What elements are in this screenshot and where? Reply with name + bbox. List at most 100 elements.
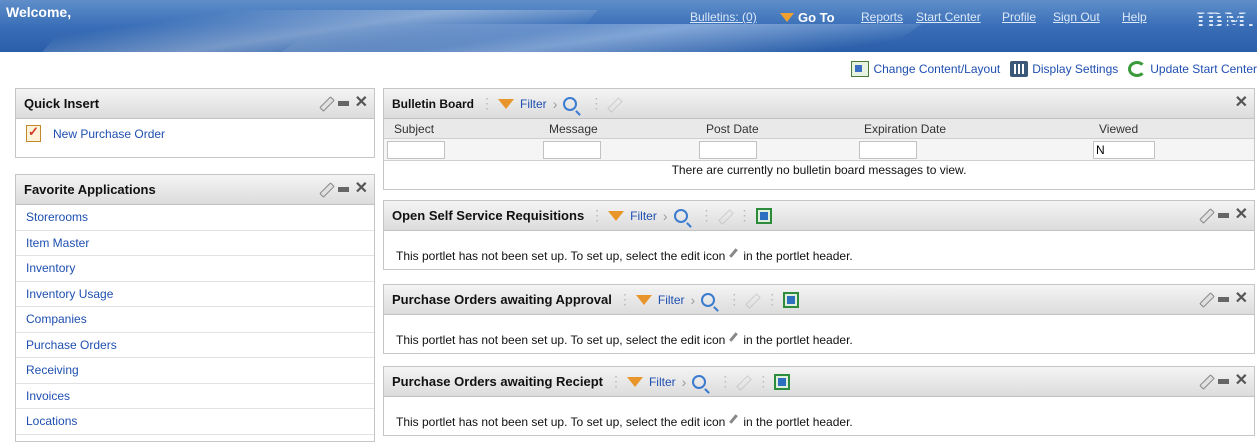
new-record-icon[interactable] bbox=[783, 291, 800, 308]
clear-filter-icon[interactable] bbox=[718, 209, 732, 223]
filter-label[interactable]: Filter bbox=[630, 209, 657, 223]
goto-menu[interactable]: Go To bbox=[780, 10, 835, 25]
favorite-receiving[interactable]: Receiving bbox=[16, 358, 374, 384]
purchase-orders-awaiting-reciept-portlet: Purchase Orders awaiting Reciept ⋮ Filte… bbox=[383, 366, 1255, 436]
edit-icon[interactable] bbox=[1199, 375, 1212, 388]
minimize-icon[interactable] bbox=[1217, 212, 1229, 218]
close-icon[interactable]: ✕ bbox=[1235, 291, 1248, 307]
filter-label[interactable]: Filter bbox=[520, 97, 547, 111]
portlet-toolbar: ⋮ Filter › ⋮ ⋮ bbox=[590, 207, 772, 224]
edit-icon[interactable] bbox=[1199, 209, 1212, 222]
expiration-date-filter-input[interactable] bbox=[859, 141, 917, 159]
favorite-applications-portlet: Favorite Applications ✕ Storerooms Item … bbox=[15, 174, 375, 442]
filter-icon[interactable] bbox=[608, 210, 625, 221]
setup-message-text: This portlet has not been set up. To set… bbox=[396, 333, 726, 347]
new-record-icon[interactable] bbox=[774, 373, 791, 390]
favorite-locations[interactable]: Locations bbox=[16, 409, 374, 435]
column-subject[interactable]: Subject bbox=[394, 122, 434, 136]
edit-icon[interactable] bbox=[319, 97, 332, 110]
purchase-orders-awaiting-approval-portlet: Purchase Orders awaiting Approval ⋮ Filt… bbox=[383, 284, 1255, 354]
favorite-storerooms[interactable]: Storerooms bbox=[16, 205, 374, 231]
close-icon[interactable]: ✕ bbox=[1235, 95, 1248, 111]
setup-message-text-end: in the portlet header. bbox=[743, 249, 853, 263]
edit-icon-inline bbox=[729, 334, 739, 344]
filter-icon[interactable] bbox=[626, 376, 643, 387]
favorite-purchase-orders[interactable]: Purchase Orders bbox=[16, 333, 374, 358]
filter-label[interactable]: Filter bbox=[649, 375, 676, 389]
portlet-title: Quick Insert bbox=[24, 96, 100, 111]
update-start-center-label: Update Start Center bbox=[1150, 62, 1257, 76]
quick-insert-item[interactable]: New Purchase Order bbox=[16, 119, 374, 148]
edit-icon[interactable] bbox=[1199, 293, 1212, 306]
bulletins-link[interactable]: Bulletins: (0) bbox=[690, 10, 757, 24]
favorite-item-master[interactable]: Item Master bbox=[16, 231, 374, 256]
search-icon[interactable] bbox=[701, 292, 716, 307]
close-icon[interactable]: ✕ bbox=[1235, 207, 1248, 223]
new-record-icon[interactable] bbox=[755, 207, 772, 224]
portlet-tools: ✕ bbox=[319, 95, 368, 111]
portlet-tools: ✕ bbox=[1199, 207, 1248, 223]
minimize-icon[interactable] bbox=[337, 186, 349, 192]
clear-filter-icon[interactable] bbox=[736, 375, 750, 389]
filter-icon[interactable] bbox=[498, 98, 515, 109]
portlet-title: Open Self Service Requisitions bbox=[392, 208, 585, 223]
portlet-tools: ✕ bbox=[1235, 95, 1248, 111]
bulletin-board-header: Bulletin Board ⋮ Filter › ⋮ ✕ bbox=[384, 89, 1254, 119]
portlet-setup-message: This portlet has not been set up. To set… bbox=[384, 333, 853, 347]
chevron-right-icon[interactable]: › bbox=[553, 96, 558, 112]
close-icon[interactable]: ✕ bbox=[355, 95, 368, 111]
favorites-header: Favorite Applications ✕ bbox=[16, 175, 374, 205]
chevron-right-icon[interactable]: › bbox=[691, 292, 696, 308]
filter-icon[interactable] bbox=[635, 294, 652, 305]
setup-message-text: This portlet has not been set up. To set… bbox=[396, 249, 726, 263]
bulletin-board-portlet: Bulletin Board ⋮ Filter › ⋮ ✕ Subject Me… bbox=[383, 88, 1255, 190]
profile-link[interactable]: Profile bbox=[1002, 10, 1036, 24]
message-filter-input[interactable] bbox=[543, 141, 601, 159]
column-expiration-date[interactable]: Expiration Date bbox=[864, 122, 946, 136]
search-icon[interactable] bbox=[563, 96, 578, 111]
open-self-service-requisitions-portlet: Open Self Service Requisitions ⋮ Filter … bbox=[383, 200, 1255, 270]
new-purchase-order-link[interactable]: New Purchase Order bbox=[53, 127, 165, 141]
goto-arrow-icon bbox=[780, 13, 794, 22]
search-icon[interactable] bbox=[692, 374, 707, 389]
post-date-filter-input[interactable] bbox=[699, 141, 757, 159]
search-icon[interactable] bbox=[673, 208, 688, 223]
favorite-inventory[interactable]: Inventory bbox=[16, 256, 374, 282]
minimize-icon[interactable] bbox=[337, 100, 349, 106]
layout-toolbar: Change Content/Layout Display Settings U… bbox=[841, 60, 1257, 78]
filter-label[interactable]: Filter bbox=[658, 293, 685, 307]
portlet-tools: ✕ bbox=[1199, 373, 1248, 389]
minimize-icon[interactable] bbox=[1217, 378, 1229, 384]
help-link[interactable]: Help bbox=[1122, 10, 1147, 24]
change-layout-icon bbox=[851, 61, 870, 77]
minimize-icon[interactable] bbox=[1217, 296, 1229, 302]
edit-icon[interactable] bbox=[319, 183, 332, 196]
update-start-center-button[interactable]: Update Start Center bbox=[1128, 61, 1257, 77]
favorite-invoices[interactable]: Invoices bbox=[16, 384, 374, 409]
close-icon[interactable]: ✕ bbox=[1235, 373, 1248, 389]
sign-out-link[interactable]: Sign Out bbox=[1053, 10, 1100, 24]
close-icon[interactable]: ✕ bbox=[355, 181, 368, 197]
clipboard-check-icon bbox=[26, 124, 41, 142]
column-post-date[interactable]: Post Date bbox=[706, 122, 759, 136]
viewed-filter-input[interactable] bbox=[1093, 141, 1155, 159]
portlet-tools: ✕ bbox=[1199, 291, 1248, 307]
display-settings-button[interactable]: Display Settings bbox=[1010, 61, 1118, 77]
subject-filter-input[interactable] bbox=[387, 141, 445, 159]
favorite-inventory-usage[interactable]: Inventory Usage bbox=[16, 282, 374, 307]
goto-label: Go To bbox=[798, 10, 835, 25]
setup-message-text-end: in the portlet header. bbox=[743, 333, 853, 347]
clear-filter-icon[interactable] bbox=[607, 97, 621, 111]
clear-filter-icon[interactable] bbox=[745, 293, 759, 307]
portlet-setup-message: This portlet has not been set up. To set… bbox=[384, 415, 853, 429]
chevron-right-icon[interactable]: › bbox=[682, 374, 687, 390]
reports-link[interactable]: Reports bbox=[861, 10, 903, 24]
start-center-link[interactable]: Start Center bbox=[916, 10, 981, 24]
portlet-toolbar: ⋮ Filter › ⋮ ⋮ bbox=[618, 291, 800, 308]
favorite-companies[interactable]: Companies bbox=[16, 307, 374, 333]
bulletin-empty-message: There are currently no bulletin board me… bbox=[671, 163, 967, 177]
change-content-layout-button[interactable]: Change Content/Layout bbox=[851, 61, 1000, 77]
column-message[interactable]: Message bbox=[549, 122, 598, 136]
chevron-right-icon[interactable]: › bbox=[663, 208, 668, 224]
column-viewed[interactable]: Viewed bbox=[1099, 122, 1138, 136]
